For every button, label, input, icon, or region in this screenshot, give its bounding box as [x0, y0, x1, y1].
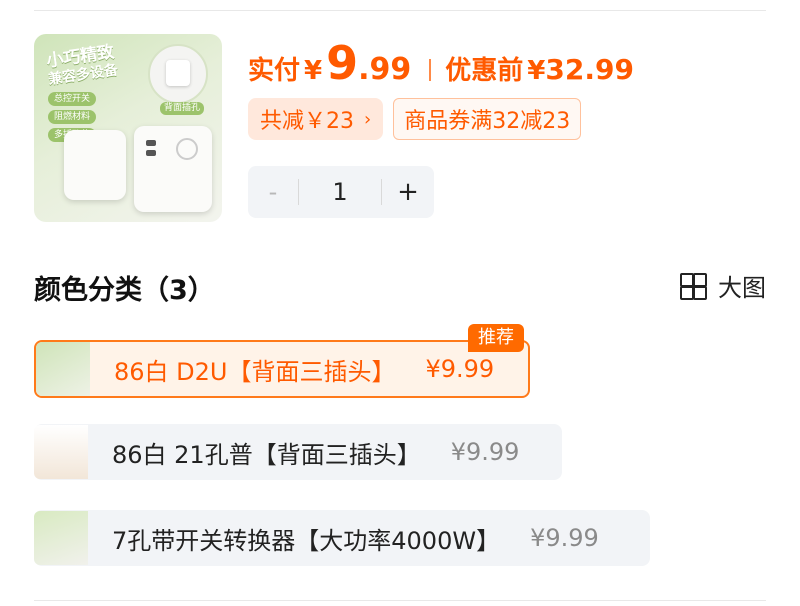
option-name: 7孔带开关转换器【大功率4000W】	[112, 526, 501, 555]
view-toggle-label: 大图	[718, 274, 766, 302]
coupon-tag[interactable]: 商品券满32减23	[393, 98, 582, 140]
coupon-tag-label: 商品券满32减23	[404, 109, 571, 134]
power-strip-image	[64, 130, 126, 200]
option-thumbnail	[34, 425, 88, 479]
final-price-integer: 9	[326, 36, 359, 90]
option-item[interactable]: 86白 21孔普【背面三插头】 ¥9.99	[34, 424, 562, 480]
option-name: 86白 21孔普【背面三插头】	[112, 440, 421, 469]
top-divider	[34, 10, 766, 11]
option-price: ¥9.99	[530, 524, 599, 552]
final-price-currency: ¥	[304, 56, 323, 86]
final-price-label: 实付	[248, 56, 301, 86]
option-price: ¥9.99	[450, 438, 520, 466]
option-name: 86白 D2U【背面三插头】	[114, 357, 396, 386]
recommend-badge: 推荐	[468, 324, 524, 352]
plug-detail-image	[148, 44, 208, 104]
option-thumbnail	[36, 342, 90, 396]
price-separator	[429, 59, 432, 81]
discount-tag-label: 共减￥23	[260, 109, 354, 134]
decrement-button[interactable]: -	[248, 178, 298, 206]
final-price-decimal: .99	[358, 52, 412, 87]
increment-button[interactable]: +	[382, 177, 434, 207]
power-strip-image	[134, 126, 212, 212]
original-price-label: 优惠前	[445, 56, 524, 86]
bottom-divider	[34, 600, 766, 601]
option-item[interactable]: 7孔带开关转换器【大功率4000W】 ¥9.99	[34, 510, 650, 566]
large-view-toggle[interactable]: 大图	[680, 268, 766, 303]
option-item[interactable]: 86白 D2U【背面三插头】 ¥9.99	[34, 340, 530, 398]
thumbnail-feature: 阻燃材料	[48, 110, 97, 124]
discount-tags: 共减￥23 › 商品券满32减23	[248, 98, 582, 140]
quantity-input[interactable]: 1	[299, 178, 381, 206]
original-price-currency: ¥	[527, 56, 546, 86]
discount-tag[interactable]: 共减￥23 ›	[248, 98, 384, 140]
product-thumbnail[interactable]: 小巧精致 兼容多设备 总控开关 阻燃材料 多插孔位 背面插孔	[34, 34, 222, 222]
quantity-stepper: - 1 +	[248, 166, 434, 218]
chevron-right-icon: ›	[364, 108, 372, 130]
original-price-value: 32.99	[545, 53, 634, 86]
thumbnail-feature: 总控开关	[48, 92, 97, 106]
price-line: 实付 ¥ 9 .99 优惠前 ¥ 32.99	[248, 36, 634, 96]
option-price: ¥9.99	[425, 355, 495, 383]
option-thumbnail	[34, 511, 88, 565]
plug-tag: 背面插孔	[159, 102, 204, 115]
grid-icon	[680, 272, 707, 300]
section-title: 颜色分类（3）	[34, 275, 215, 306]
